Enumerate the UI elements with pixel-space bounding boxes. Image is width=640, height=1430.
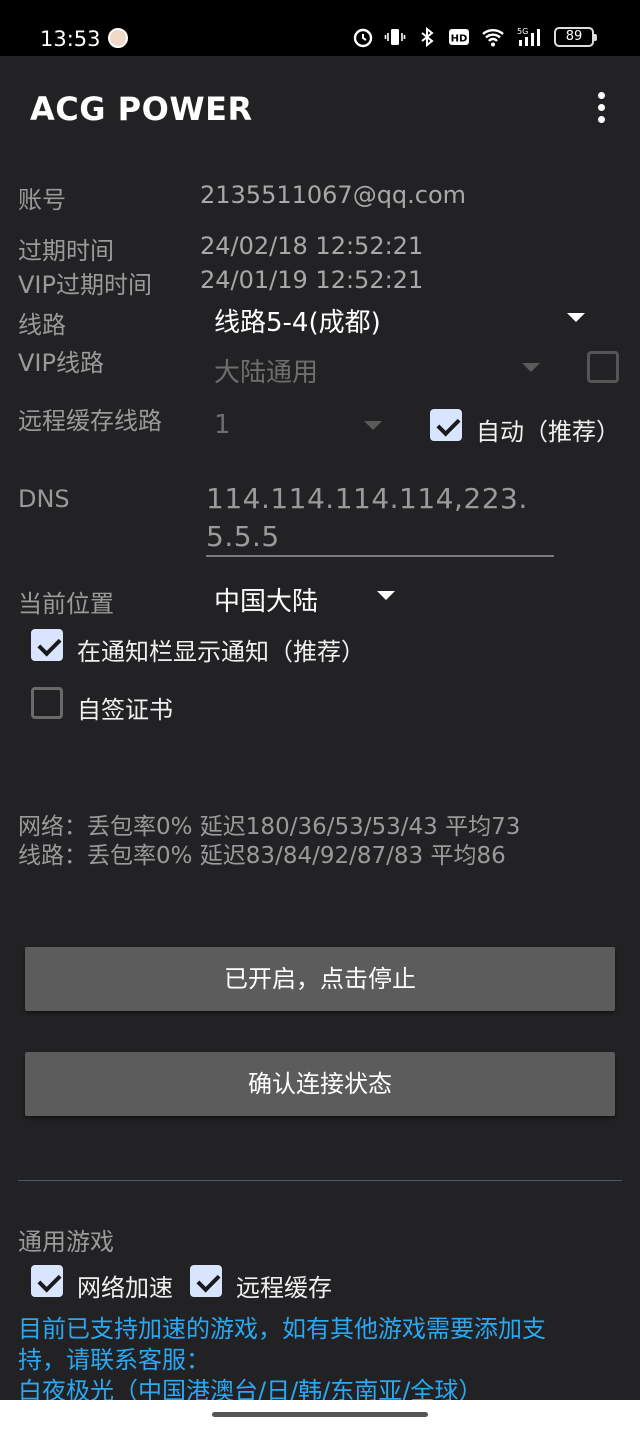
vip-route-label: VIP线路 (18, 349, 104, 377)
expire-label: 过期时间 (18, 237, 114, 265)
divider (18, 1180, 622, 1181)
vip-route-caret-icon (522, 363, 540, 372)
app-bar: ACG POWER (0, 56, 640, 160)
wifi-icon (482, 29, 504, 47)
info-line-1: 目前已支持加速的游戏，如有其他游戏需要添加支 (18, 1315, 546, 1343)
location-caret-icon (377, 591, 395, 600)
bluetooth-icon (421, 26, 434, 48)
signal-5g-icon: 5G (517, 27, 540, 46)
app-title: ACG POWER (30, 90, 253, 128)
dns-label: DNS (18, 485, 70, 513)
home-gesture-handle[interactable] (212, 1412, 428, 1417)
nav-bar (0, 1400, 640, 1430)
dns-input-value: 114.114.114.114,223.5.5.5 (206, 482, 528, 553)
vibrate-icon (384, 29, 406, 45)
more-vert-icon[interactable] (594, 92, 608, 126)
remote-cache-game-checkbox[interactable] (190, 1265, 222, 1297)
general-games-title: 通用游戏 (18, 1228, 114, 1256)
status-icons: HD 5G 89 (352, 26, 597, 48)
location-label: 当前位置 (18, 590, 114, 618)
net-accel-checkbox[interactable] (31, 1265, 63, 1297)
notify-checkbox[interactable] (31, 629, 63, 661)
route-spinner-value: 线路5-4(成都) (214, 308, 381, 338)
self-cert-label: 自签证书 (77, 696, 173, 724)
toggle-accel-button[interactable]: 已开启，点击停止 (25, 947, 615, 1011)
remote-cache-spinner-value: 1 (214, 410, 231, 440)
alarm-icon (353, 28, 373, 48)
svg-text:5G: 5G (517, 27, 528, 36)
net-accel-label: 网络加速 (77, 1274, 173, 1302)
remote-cache-label: 远程缓存线路 (18, 407, 162, 435)
route-label: 线路 (18, 311, 66, 339)
vip-expire-label: VIP过期时间 (18, 271, 152, 299)
location-spinner-value: 中国大陆 (214, 587, 319, 617)
svg-text:HD: HD (451, 34, 468, 45)
status-time: 13:53 (40, 27, 101, 51)
vip-route-spinner-value: 大陆通用 (214, 358, 319, 388)
account-label: 账号 (18, 186, 66, 214)
self-cert-checkbox[interactable] (31, 687, 63, 719)
info-line-2: 持，请联系客服： (18, 1346, 210, 1374)
vip-expire-value: 24/01/19 12:52:21 (200, 266, 424, 294)
avatar-icon (108, 28, 128, 48)
notify-label: 在通知栏显示通知（推荐） (77, 638, 365, 666)
auto-checkbox[interactable] (430, 409, 462, 441)
expire-value: 24/02/18 12:52:21 (200, 232, 424, 260)
battery-icon: 89 (554, 27, 597, 47)
check-connection-button[interactable]: 确认连接状态 (25, 1052, 615, 1116)
account-value: 2135511067@qq.com (200, 181, 467, 209)
route-stats: 线路：丢包率0% 延迟83/84/92/87/83 平均86 (18, 843, 506, 869)
route-caret-icon (567, 313, 585, 322)
status-bar: 13:53 HD 5G 89 (0, 0, 640, 56)
hd-icon: HD (449, 29, 469, 45)
remote-cache-game-label: 远程缓存 (236, 1274, 332, 1302)
vip-route-checkbox[interactable] (587, 351, 619, 383)
remote-cache-caret-icon (364, 421, 382, 430)
auto-label: 自动（推荐） (476, 418, 620, 446)
dns-input[interactable]: 114.114.114.114,223.5.5.5 (206, 480, 554, 557)
